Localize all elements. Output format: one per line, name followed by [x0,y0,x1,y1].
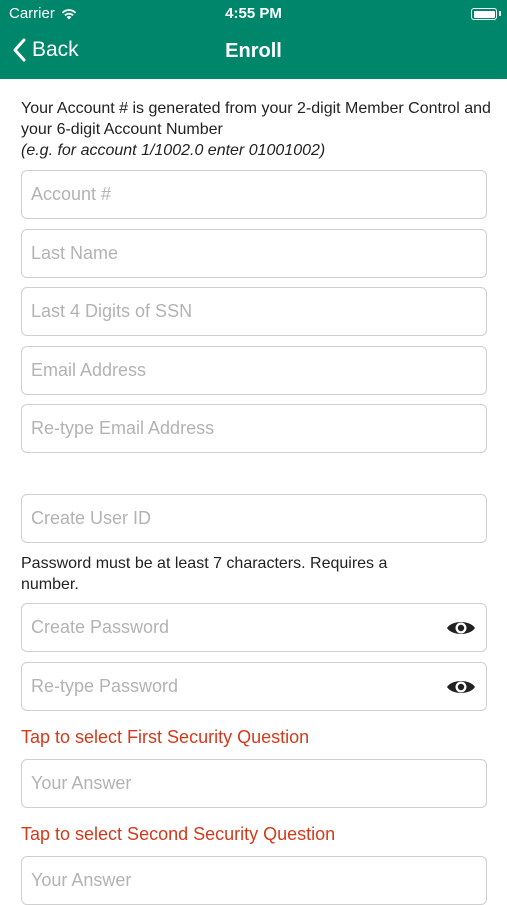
second-security-question-link[interactable]: Tap to select Second Security Question [21,824,335,845]
user-id-input[interactable] [31,508,486,529]
second-answer-input[interactable] [31,870,486,891]
battery-icon [471,8,497,20]
app-header: Carrier 4:55 PM Back Enroll [0,0,507,79]
email-confirm-input[interactable] [31,418,486,439]
ssn-input[interactable] [31,301,486,322]
account-number-field[interactable] [21,170,487,219]
password-input[interactable] [31,617,486,638]
user-id-field[interactable] [21,494,487,543]
password-hint: Password must be at least 7 characters. … [21,555,388,593]
status-time: 4:55 PM [225,5,282,22]
account-info-text: Your Account # is generated from your 2-… [21,98,491,161]
status-bar: Carrier 4:55 PM [0,0,507,28]
first-answer-input[interactable] [31,773,486,794]
email-input[interactable] [31,360,486,381]
password-confirm-field[interactable] [21,662,487,711]
last-name-field[interactable] [21,229,487,278]
ssn-field[interactable] [21,287,487,336]
first-security-question-link[interactable]: Tap to select First Security Question [21,727,309,748]
email-confirm-field[interactable] [21,404,487,453]
battery-nub [499,11,501,16]
second-answer-field[interactable] [21,856,487,905]
eye-icon[interactable] [445,675,477,699]
password-confirm-input[interactable] [31,676,486,697]
email-field[interactable] [21,346,487,395]
password-field[interactable] [21,603,487,652]
eye-icon[interactable] [445,616,477,640]
nav-bar: Back Enroll [0,28,507,79]
account-info-line: Your Account # is generated from your 2-… [21,100,491,138]
account-number-input[interactable] [31,184,486,205]
page-title: Enroll [225,40,282,62]
last-name-input[interactable] [31,243,486,264]
account-info-example: (e.g. for account 1/1002.0 enter 0100100… [21,142,326,159]
first-answer-field[interactable] [21,759,487,808]
